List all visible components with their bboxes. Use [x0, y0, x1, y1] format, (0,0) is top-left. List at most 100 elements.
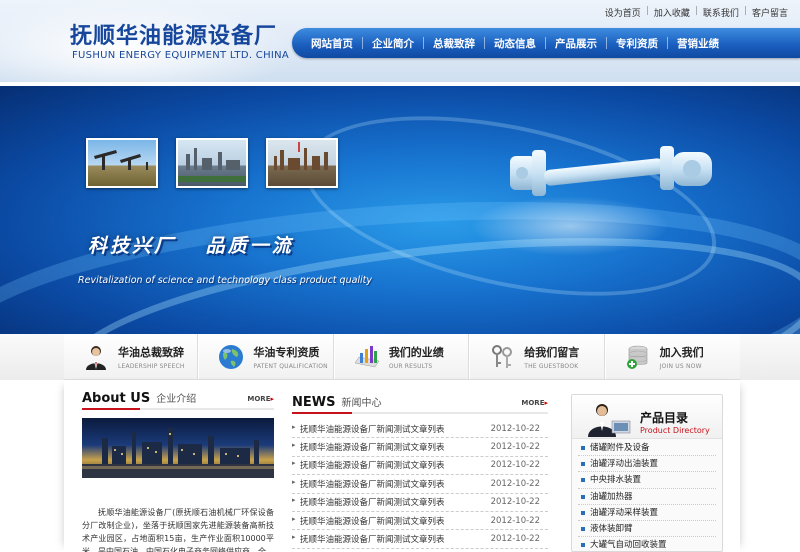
feature-title: 我们的业绩 — [388, 345, 444, 359]
about-title-en: About US — [82, 391, 151, 406]
database-add-icon — [626, 345, 647, 369]
about-header: About US 企业介绍 MORE▸ — [82, 390, 274, 410]
news-more-link[interactable]: MORE▸ — [521, 399, 548, 407]
guestbook-link[interactable]: 客户留言 — [752, 6, 788, 19]
bar-chart-icon — [354, 345, 380, 367]
banner-slogan: 科技兴厂 品质一流 — [88, 235, 294, 257]
news-date: 2012-10-22 — [490, 497, 540, 508]
feature-subtitle: THE GUESTBOOK — [524, 362, 579, 370]
about-title-cn: 企业介绍 — [156, 394, 197, 405]
catalog-item[interactable]: 油罐浮动出油装置 — [578, 456, 716, 473]
add-favorite-link[interactable]: 加入收藏 — [654, 6, 690, 19]
news-title: 抚顺华油能源设备厂新闻测试文章列表 — [292, 515, 445, 527]
person-icon — [86, 345, 106, 370]
feature-title: 加入我们 — [659, 345, 704, 359]
businessman-icon — [588, 404, 631, 437]
news-item[interactable]: 抚顺华油能源设备厂新闻测试文章列表 2012-10-22 — [292, 457, 548, 476]
title-underline — [82, 408, 140, 410]
news-title: 抚顺华油能源设备厂新闻测试文章列表 — [292, 533, 445, 545]
feature-subtitle: PATENT QUALIFICATION — [253, 362, 328, 370]
catalog-item[interactable]: 油罐加热器 — [578, 489, 716, 505]
news-title: 抚顺华油能源设备厂新闻测试文章列表 — [292, 496, 445, 508]
more-label: MORE — [521, 399, 545, 407]
product-catalog: 产品目录 Product Directory 储罐附件及设备 油罐浮动出油装置 … — [571, 394, 723, 552]
news-title-en: NEWS — [292, 395, 336, 410]
feature-title: 给我们留言 — [524, 345, 580, 359]
catalog-item[interactable]: 储罐附件及设备 — [578, 440, 716, 457]
top-links: 设为首页 | 加入收藏 | 联系我们 | 客户留言 — [605, 6, 788, 19]
plant-photo — [266, 138, 338, 188]
feature-guestbook[interactable]: 给我们留言 THE GUESTBOOK — [469, 334, 604, 379]
news-title: 抚顺华油能源设备厂新闻测试文章列表 — [292, 441, 445, 453]
logo-subtitle: FUSHUN ENERGY EQUIPMENT LTD. CHINA — [72, 50, 290, 61]
more-label: MORE — [247, 395, 271, 403]
title-underline — [292, 412, 352, 414]
catalog-item[interactable]: 液体装卸臂 — [578, 521, 716, 538]
feature-title: 华油总裁致辞 — [118, 345, 184, 359]
feature-title: 华油专利资质 — [253, 345, 320, 359]
news-item[interactable]: 抚顺华油能源设备厂新闻测试文章列表 2012-10-22 — [292, 530, 548, 549]
about-section: About US 企业介绍 MORE▸ 抚顺华油能源设备厂(原抚顺石油机械厂环保… — [82, 390, 274, 552]
news-item[interactable]: 抚顺华油能源设备厂新闻测试文章列表 2012-10-22 — [292, 475, 548, 494]
feature-subtitle: LEADERSHIP SPEECH — [118, 362, 185, 370]
logo-title[interactable]: 抚顺华油能源设备厂 — [70, 18, 277, 50]
catalog-header: 产品目录 Product Directory — [572, 395, 722, 439]
equipment-shaft-image — [510, 146, 712, 196]
news-item[interactable]: 抚顺华油能源设备厂新闻测试文章列表 2012-10-22 — [292, 438, 548, 457]
banner-slogan-en: Revitalization of science and technology… — [78, 275, 373, 286]
feature-join-us[interactable]: 加入我们 JOIN US NOW — [604, 334, 740, 379]
news-section: NEWS 新闻中心 MORE▸ 抚顺华油能源设备厂新闻测试文章列表 2012-10… — [292, 394, 548, 549]
news-list: 抚顺华油能源设备厂新闻测试文章列表 2012-10-22 抚顺华油能源设备厂新闻测… — [292, 420, 548, 549]
set-homepage-link[interactable]: 设为首页 — [605, 6, 641, 19]
keys-icon — [492, 344, 513, 368]
news-date: 2012-10-22 — [490, 515, 540, 526]
more-arrow-icon: ▸ — [270, 395, 274, 403]
nav-results[interactable]: 营销业绩 — [668, 36, 728, 51]
news-title: 抚顺华油能源设备厂新闻测试文章列表 — [292, 459, 445, 471]
nav-about[interactable]: 企业简介 — [363, 36, 423, 51]
news-date: 2012-10-22 — [490, 423, 540, 434]
news-item[interactable]: 抚顺华油能源设备厂新闻测试文章列表 2012-10-22 — [292, 512, 548, 531]
feature-subtitle: OUR RESULTS — [388, 362, 433, 370]
hero-banner: 科技兴厂 品质一流 Revitalization of science and … — [0, 86, 800, 334]
about-description: 抚顺华油能源设备厂(原抚顺石油机械厂环保设备分厂改制企业)，坐落于抚顺国家先进能… — [82, 508, 274, 552]
feature-patent-qualification[interactable]: 华油专利资质 PATENT QUALIFICATION — [198, 334, 333, 379]
feature-bar: 华油总裁致辞 LEADERSHIP SPEECH 华油专利资质 PATENT Q… — [64, 334, 740, 380]
news-date: 2012-10-22 — [490, 442, 540, 453]
feature-subtitle: JOIN US NOW — [659, 362, 702, 370]
more-arrow-icon: ▸ — [544, 399, 548, 407]
separator: | — [743, 6, 747, 16]
refinery-night-photo — [82, 418, 274, 478]
news-date: 2012-10-22 — [490, 478, 540, 489]
catalog-title: 产品目录 — [640, 411, 689, 425]
news-header: NEWS 新闻中心 MORE▸ — [292, 394, 548, 414]
separator: | — [694, 6, 698, 16]
news-date: 2012-10-22 — [490, 534, 540, 545]
main-nav: 网站首页 企业简介 总裁致辞 动态信息 产品展示 专利资质 营销业绩 — [292, 28, 800, 58]
nav-patents[interactable]: 专利资质 — [607, 36, 667, 51]
catalog-item[interactable]: 中央排水装置 — [578, 472, 716, 489]
news-title: 抚顺华油能源设备厂新闻测试文章列表 — [292, 478, 445, 490]
globe-icon — [219, 344, 244, 369]
nav-president-speech[interactable]: 总裁致辞 — [424, 36, 484, 51]
catalog-list: 储罐附件及设备 油罐浮动出油装置 中央排水装置 油罐加热器 油罐浮动采样装置 液… — [572, 439, 722, 552]
news-item[interactable]: 抚顺华油能源设备厂新闻测试文章列表 2012-10-22 — [292, 494, 548, 512]
feature-our-results[interactable]: 我们的业绩 OUR RESULTS — [333, 334, 469, 379]
oil-pump-photo — [86, 138, 158, 188]
nav-home[interactable]: 网站首页 — [302, 36, 362, 51]
news-date: 2012-10-22 — [490, 460, 540, 471]
catalog-item[interactable]: 油罐浮动采样装置 — [578, 505, 716, 521]
site-header: 抚顺华油能源设备厂 FUSHUN ENERGY EQUIPMENT LTD. C… — [0, 0, 800, 82]
refinery-photo — [176, 138, 248, 188]
nav-products[interactable]: 产品展示 — [546, 36, 606, 51]
feature-leadership-speech[interactable]: 华油总裁致辞 LEADERSHIP SPEECH — [64, 334, 198, 379]
catalog-item[interactable]: 大罐气自动回收装置 — [578, 537, 716, 552]
separator: | — [645, 6, 649, 16]
about-more-link[interactable]: MORE▸ — [247, 395, 274, 403]
news-item[interactable]: 抚顺华油能源设备厂新闻测试文章列表 2012-10-22 — [292, 420, 548, 439]
contact-us-link[interactable]: 联系我们 — [703, 6, 739, 19]
news-title-cn: 新闻中心 — [341, 398, 382, 409]
news-title: 抚顺华油能源设备厂新闻测试文章列表 — [292, 423, 445, 435]
nav-news[interactable]: 动态信息 — [485, 36, 545, 51]
catalog-subtitle: Product Directory — [640, 426, 710, 435]
